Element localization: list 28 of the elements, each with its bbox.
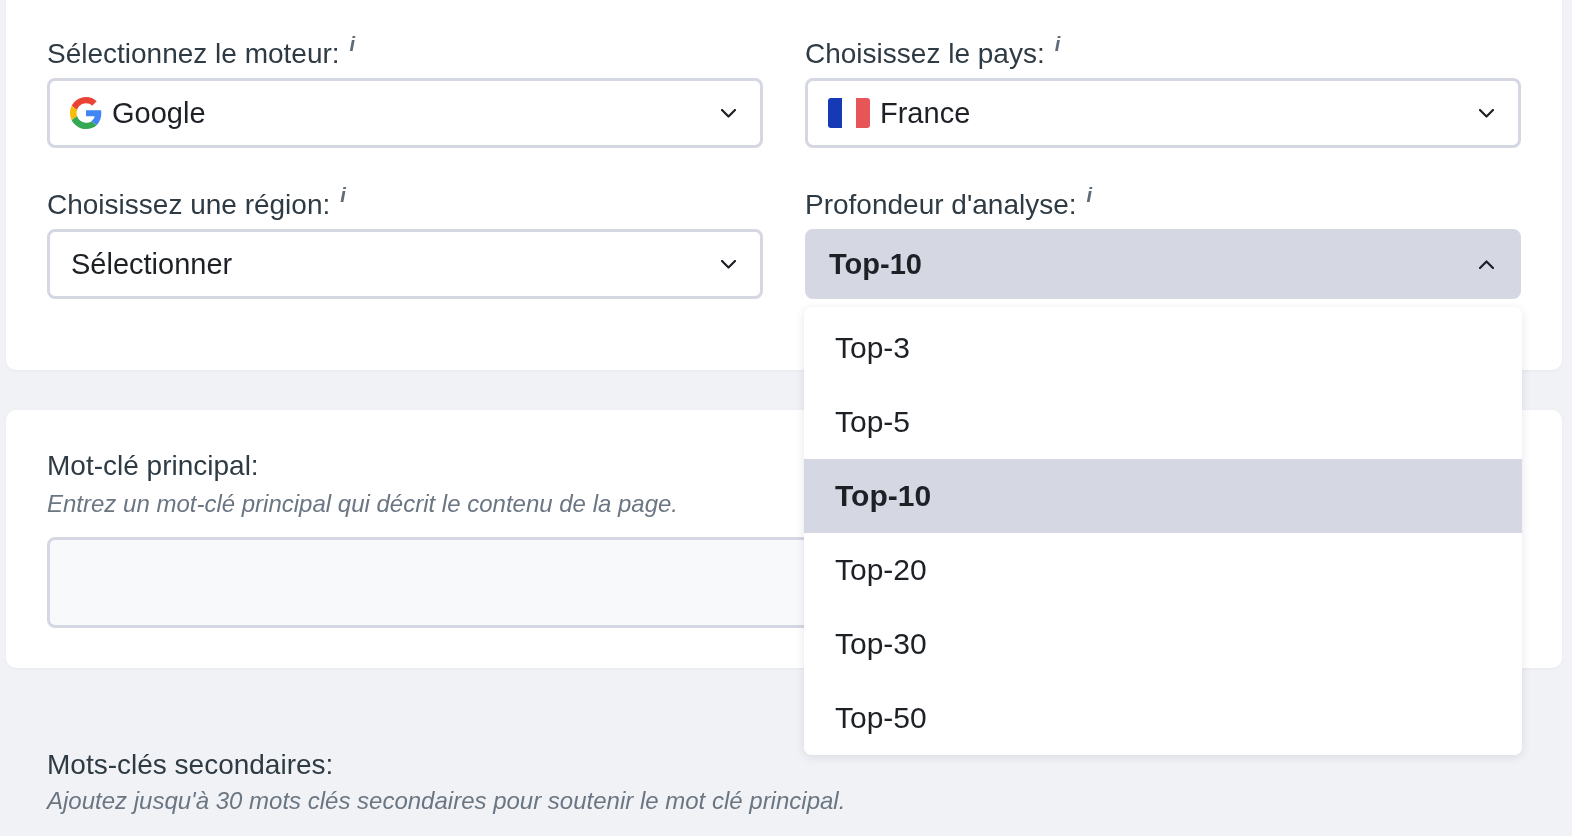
chevron-down-icon bbox=[1479, 108, 1494, 118]
dropdown-option[interactable]: Top-30 bbox=[804, 607, 1522, 681]
dropdown-select[interactable]: France bbox=[805, 78, 1521, 148]
dropdown-option[interactable]: Top-3 bbox=[804, 311, 1522, 385]
dropdown-option[interactable]: Top-50 bbox=[804, 681, 1522, 755]
info-icon[interactable]: i bbox=[1086, 185, 1093, 205]
field-label: Mot-clé principal: bbox=[47, 450, 259, 482]
dropdown-select[interactable]: Google bbox=[47, 78, 763, 148]
field-label: Choisissez une région: bbox=[47, 189, 331, 221]
dropdown-option[interactable]: Top-10 bbox=[804, 459, 1522, 533]
info-icon[interactable]: i bbox=[340, 185, 346, 205]
dropdown-select[interactable]: Top-10 bbox=[805, 229, 1521, 299]
chevron-up-icon bbox=[1479, 259, 1494, 269]
field-label: Profondeur d'analyse: bbox=[805, 189, 1077, 221]
field-label: Choisissez le pays: bbox=[805, 38, 1045, 70]
chevron-down-icon bbox=[721, 108, 736, 118]
info-icon[interactable]: i bbox=[349, 34, 356, 54]
dropdown-option[interactable]: Top-20 bbox=[804, 533, 1522, 607]
field-label: Mots-clés secondaires: bbox=[47, 749, 334, 781]
dropdown-option[interactable]: Top-5 bbox=[804, 385, 1522, 459]
dropdown-select[interactable]: Sélectionner bbox=[47, 229, 763, 299]
info-icon[interactable]: i bbox=[1054, 34, 1061, 54]
google-logo-icon bbox=[70, 97, 102, 129]
field-label: Sélectionnez le moteur: bbox=[47, 38, 340, 70]
field-hint: Entrez un mot-clé principal qui décrit le contenu de la page. bbox=[47, 490, 679, 518]
chevron-down-icon bbox=[721, 259, 736, 269]
flag-icon bbox=[828, 98, 870, 128]
field-hint: Ajoutez jusqu'à 30 mots clés secondaires pour soutenir le mot clé principal. bbox=[47, 787, 846, 815]
